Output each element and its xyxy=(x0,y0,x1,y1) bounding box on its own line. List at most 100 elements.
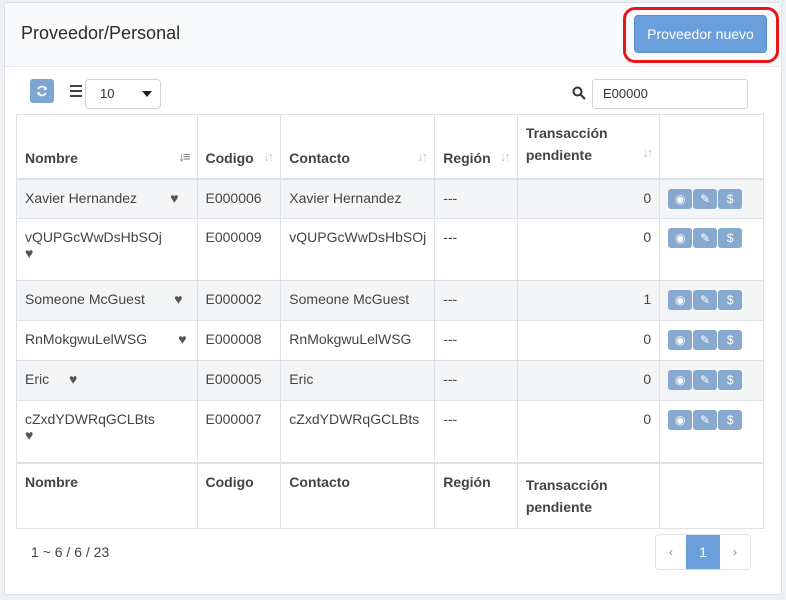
footer-pending: Transacción pendiente xyxy=(516,461,661,529)
row-code: E000007 xyxy=(196,400,282,463)
col-contacto[interactable]: Contacto ↓↑ xyxy=(280,114,436,180)
row-region: --- xyxy=(434,178,518,219)
prev-page-button[interactable]: ‹ xyxy=(656,535,686,569)
payment-button[interactable]: $ xyxy=(718,330,743,350)
heartbeat-icon[interactable]: ♥ xyxy=(174,291,182,307)
search-input[interactable]: E00000 xyxy=(592,79,748,109)
col-nombre[interactable]: Nombre ↓≡ xyxy=(16,114,198,180)
edit-button[interactable]: ✎ xyxy=(693,228,718,248)
supplier-table: Nombre ↓≡ Codigo ↓↑ Contacto ↓↑ Región ↓↑ Tr… xyxy=(16,114,764,529)
page-size-select[interactable]: 10 xyxy=(85,79,161,109)
table-row: cZxdYDWRqGCLBts ♥ E000007 cZxdYDWRqGCLBts… xyxy=(16,400,764,463)
pagination: ‹ 1 › xyxy=(655,534,751,570)
sort-icon: ↓↑ xyxy=(642,144,653,160)
payment-button[interactable]: $ xyxy=(718,228,743,248)
row-contact: RnMokgwuLelWSG xyxy=(280,320,436,361)
table-row: Someone McGuest ♥ E000002 Someone McGuest… xyxy=(16,280,764,321)
heartbeat-icon[interactable]: ♥ xyxy=(170,190,178,206)
row-pending: 0 xyxy=(516,178,661,219)
row-code: E000005 xyxy=(196,360,282,401)
view-button[interactable]: ◉ xyxy=(668,290,693,310)
view-button[interactable]: ◉ xyxy=(668,330,693,350)
row-region: --- xyxy=(434,280,518,321)
footer-actions xyxy=(659,461,764,529)
sort-icon: ↓↑ xyxy=(263,148,274,164)
table-row: RnMokgwuLelWSG ♥ E000008 RnMokgwuLelWSG -… xyxy=(16,320,764,361)
table-row: Xavier Hernandez ♥ E000006 Xavier Hernand… xyxy=(16,178,764,219)
payment-button[interactable]: $ xyxy=(718,410,743,430)
row-actions: ◉ ✎ $ xyxy=(659,280,764,321)
row-contact: vQUPGcWwDsHbSOj xyxy=(280,218,436,281)
col-codigo-label: Codigo xyxy=(205,149,254,166)
table-header-row: Nombre ↓≡ Codigo ↓↑ Contacto ↓↑ Región ↓↑ Tr… xyxy=(16,114,764,180)
sort-icon: ↓↑ xyxy=(417,148,428,164)
col-region-label: Región xyxy=(443,149,491,166)
row-contact: cZxdYDWRqGCLBts xyxy=(280,400,436,463)
row-actions: ◉ ✎ $ xyxy=(659,218,764,281)
list-icon xyxy=(70,85,82,97)
page-size-value: 10 xyxy=(100,86,115,101)
col-nombre-label: Nombre xyxy=(25,149,78,166)
row-actions: ◉ ✎ $ xyxy=(659,320,764,361)
footer-region: Región xyxy=(434,461,518,529)
pagination-summary: 1 ~ 6 / 6 / 23 xyxy=(31,544,110,560)
col-region[interactable]: Región ↓↑ xyxy=(434,114,518,180)
heartbeat-icon[interactable]: ♥ xyxy=(178,331,186,347)
edit-button[interactable]: ✎ xyxy=(693,188,718,209)
row-region: --- xyxy=(434,400,518,463)
view-button[interactable]: ◉ xyxy=(668,370,693,390)
view-button[interactable]: ◉ xyxy=(668,228,693,248)
footer-contacto: Contacto xyxy=(280,461,436,529)
refresh-button[interactable] xyxy=(30,79,54,103)
table-footer-row: Nombre Codigo Contacto Región Transacció… xyxy=(16,461,764,529)
panel-header: Proveedor/Personal Proveedor nuevo xyxy=(5,3,781,67)
row-code: E000006 xyxy=(196,178,282,219)
edit-button[interactable]: ✎ xyxy=(693,370,718,390)
row-name: cZxdYDWRqGCLBts xyxy=(25,411,155,427)
edit-button[interactable]: ✎ xyxy=(693,290,718,310)
name-cell: RnMokgwuLelWSG ♥ xyxy=(16,320,198,361)
row-contact: Xavier Hernandez xyxy=(280,178,436,219)
row-actions: ◉ ✎ $ xyxy=(659,360,764,401)
new-supplier-button[interactable]: Proveedor nuevo xyxy=(634,15,767,53)
payment-button[interactable]: $ xyxy=(718,290,743,310)
payment-button[interactable]: $ xyxy=(718,188,743,209)
row-region: --- xyxy=(434,320,518,361)
heartbeat-icon[interactable]: ♥ xyxy=(25,245,33,261)
row-pending: 0 xyxy=(516,320,661,361)
row-contact: Eric xyxy=(280,360,436,401)
refresh-icon xyxy=(37,85,47,97)
row-actions: ◉ ✎ $ xyxy=(659,400,764,463)
row-code: E000009 xyxy=(196,218,282,281)
heartbeat-icon[interactable]: ♥ xyxy=(25,427,33,443)
edit-button[interactable]: ✎ xyxy=(693,410,718,430)
next-page-button[interactable]: › xyxy=(720,535,750,569)
page-title: Proveedor/Personal xyxy=(21,23,181,43)
row-pending: 0 xyxy=(516,400,661,463)
sort-icon: ↓↑ xyxy=(499,148,511,164)
search-icon xyxy=(572,86,586,100)
view-button[interactable]: ◉ xyxy=(668,410,693,430)
page-button-current[interactable]: 1 xyxy=(686,535,720,569)
col-codigo[interactable]: Codigo ↓↑ xyxy=(196,114,282,180)
table-row: vQUPGcWwDsHbSOj ♥ E000009 vQUPGcWwDsHbSOj… xyxy=(16,218,764,281)
col-pending-label: Transacción pendiente xyxy=(525,124,608,163)
row-region: --- xyxy=(434,360,518,401)
row-region: --- xyxy=(434,218,518,281)
row-actions: ◉ ✎ $ xyxy=(659,178,764,219)
edit-button[interactable]: ✎ xyxy=(693,330,718,350)
footer-codigo: Codigo xyxy=(196,461,282,529)
row-name: vQUPGcWwDsHbSOj xyxy=(25,229,162,245)
payment-button[interactable]: $ xyxy=(718,370,743,390)
heartbeat-icon[interactable]: ♥ xyxy=(69,371,77,387)
view-button[interactable]: ◉ xyxy=(668,188,693,209)
row-pending: 0 xyxy=(516,360,661,401)
col-pending[interactable]: Transacción pendiente ↓↑ xyxy=(516,114,661,180)
name-cell: Xavier Hernandez ♥ xyxy=(16,178,198,219)
row-name: Someone McGuest xyxy=(25,291,145,307)
sort-active-icon: ↓≡ xyxy=(178,148,190,164)
row-code: E000008 xyxy=(196,320,282,361)
row-contact: Someone McGuest xyxy=(280,280,436,321)
row-pending: 1 xyxy=(516,280,661,321)
name-cell: Eric ♥ xyxy=(16,360,198,401)
